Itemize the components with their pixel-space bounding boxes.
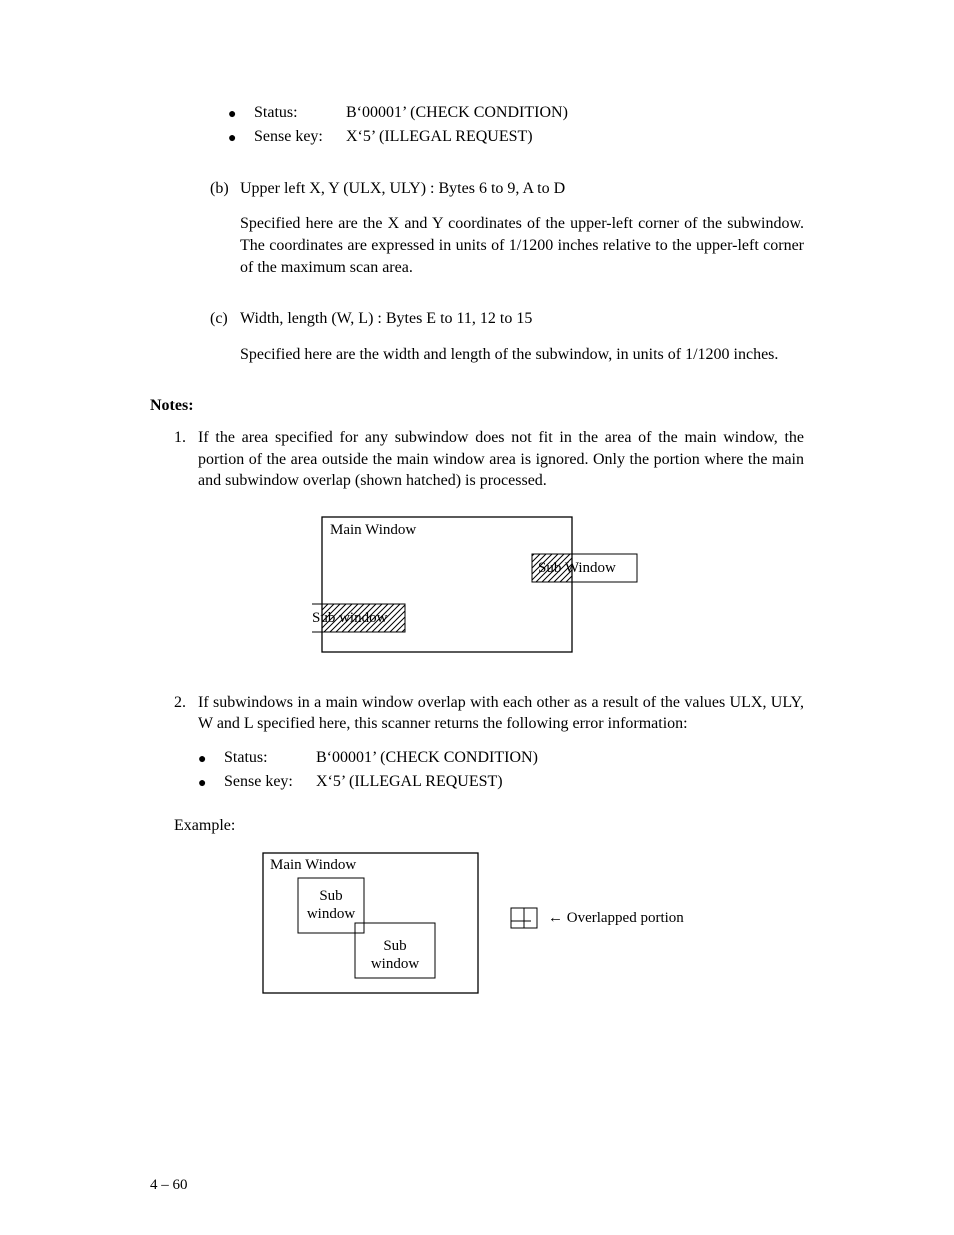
bullet-icon: ●: [228, 130, 254, 149]
example-heading: Example:: [174, 815, 804, 837]
status-label-2: Status:: [224, 747, 316, 769]
bullet-icon: ●: [228, 106, 254, 125]
status-label: Status:: [254, 102, 346, 124]
notes-heading: Notes:: [150, 395, 804, 417]
diagram-2-sub2: Sub window: [370, 938, 420, 973]
note-1-para: If the area specified for any subwindow …: [198, 427, 804, 492]
note-1: 1. If the area specified for any subwind…: [174, 427, 804, 492]
item-c: (c) Width, length (W, L) : Bytes E to 11…: [210, 308, 804, 365]
note-2: 2. If subwindows in a main window overla…: [174, 692, 804, 1019]
item-a-bullets: ● Status: B‘00001’ (CHECK CONDITION) ● S…: [228, 102, 804, 148]
sense-value-2: X‘5’ (ILLEGAL REQUEST): [316, 771, 503, 793]
sense-line: ● Sense key: X‘5’ (ILLEGAL REQUEST): [228, 126, 804, 148]
diagram-1-main-label: Main Window: [330, 522, 416, 539]
note-2-para: If subwindows in a main window overlap w…: [198, 694, 804, 733]
item-c-title: Width, length (W, L) : Bytes E to 11, 12…: [240, 308, 804, 330]
diagram-1: Main Window Sub Window Sub window: [312, 512, 642, 662]
bullet-icon: ●: [198, 751, 224, 770]
sense-value: X‘5’ (ILLEGAL REQUEST): [346, 126, 533, 148]
bullet-icon: ●: [198, 775, 224, 794]
diagram-1-sub-right: Sub Window: [538, 560, 616, 577]
diagram-2-arrow: ← Overlapped portion: [548, 910, 684, 927]
diagram-2-sub1: Sub window: [306, 888, 356, 923]
sense-label: Sense key:: [254, 126, 346, 148]
note-1-mark: 1.: [174, 427, 198, 492]
status-line-2: ● Status: B‘00001’ (CHECK CONDITION): [198, 747, 804, 769]
note-2-mark: 2.: [174, 692, 198, 1019]
page: ● Status: B‘00001’ (CHECK CONDITION) ● S…: [0, 0, 954, 1235]
status-line: ● Status: B‘00001’ (CHECK CONDITION): [228, 102, 804, 124]
item-c-para: Specified here are the width and length …: [240, 344, 804, 366]
item-b: (b) Upper left X, Y (ULX, ULY) : Bytes 6…: [210, 178, 804, 278]
sense-line-2: ● Sense key: X‘5’ (ILLEGAL REQUEST): [198, 771, 804, 793]
sense-label-2: Sense key:: [224, 771, 316, 793]
item-b-title: Upper left X, Y (ULX, ULY) : Bytes 6 to …: [240, 178, 804, 200]
diagram-2: Main Window Sub window Sub window ← Over…: [258, 848, 718, 998]
item-c-mark: (c): [210, 308, 240, 365]
diagram-2-main-label: Main Window: [270, 857, 356, 874]
item-b-mark: (b): [210, 178, 240, 278]
item-b-para: Specified here are the X and Y coordinat…: [240, 213, 804, 278]
status-value-2: B‘00001’ (CHECK CONDITION): [316, 747, 538, 769]
status-value: B‘00001’ (CHECK CONDITION): [346, 102, 568, 124]
page-number: 4 – 60: [150, 1175, 188, 1195]
diagram-1-sub-left: Sub window: [312, 610, 387, 627]
